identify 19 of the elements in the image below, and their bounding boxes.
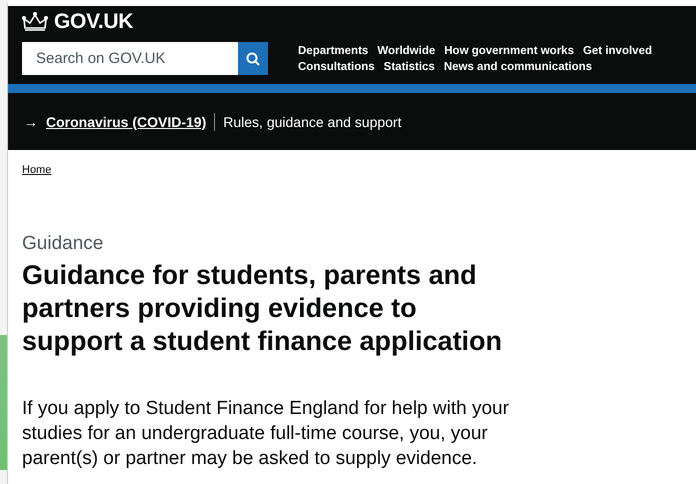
nav-link[interactable]: Worldwide bbox=[377, 44, 436, 56]
nav-link[interactable]: Statistics bbox=[384, 60, 435, 72]
page-caption: Guidance bbox=[22, 233, 104, 255]
nav-link[interactable]: News and communications bbox=[444, 60, 592, 72]
breadcrumb-link[interactable]: Home bbox=[22, 164, 52, 176]
nav-link[interactable]: Get involved bbox=[582, 44, 652, 56]
arrow-icon: → bbox=[24, 114, 38, 130]
search-field[interactable]: Search on GOV.UK bbox=[22, 42, 238, 75]
covid-link[interactable]: Coronavirus (COVID-19) bbox=[46, 114, 206, 130]
site-logo[interactable]: GOV.UK bbox=[54, 10, 134, 34]
search-button[interactable] bbox=[238, 42, 268, 75]
nav-link[interactable]: How government works bbox=[444, 44, 574, 56]
banner-text: Rules, guidance and support bbox=[223, 114, 402, 130]
search-icon bbox=[246, 52, 260, 66]
nav-link[interactable]: Departments bbox=[298, 44, 368, 56]
page-title: Guidance for students, parents and partners providing evidence to support a student finance application bbox=[22, 259, 504, 358]
crown-icon bbox=[22, 12, 48, 32]
nav-link[interactable]: Consultations bbox=[298, 60, 375, 72]
intro-paragraph: If you apply to Student Finance England for help with your studies for an undergraduate full-time course, you, your parent(s) or partner may be asked to supply evidence. bbox=[22, 397, 510, 471]
